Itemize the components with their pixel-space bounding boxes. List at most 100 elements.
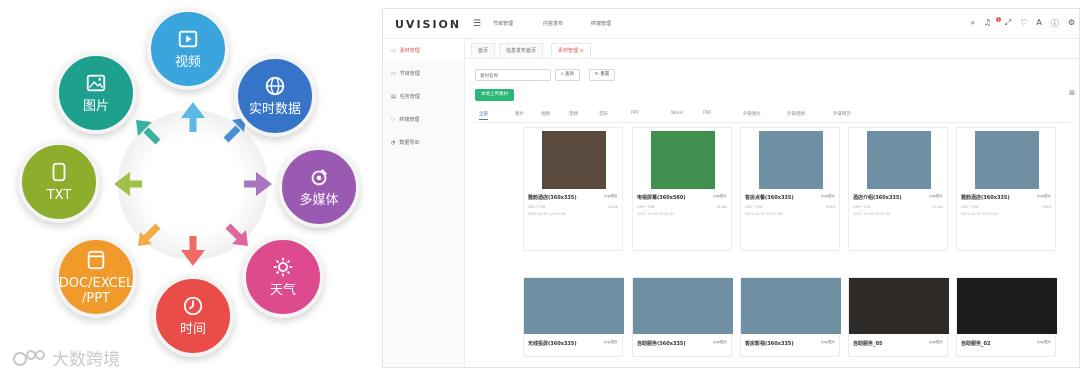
material-file-size: 101kb	[607, 205, 618, 209]
material-card[interactable]: 自助服务_05 jpg/图片	[848, 277, 949, 357]
sidebar-item-tasks[interactable]: ▤ 任务管理	[383, 85, 464, 108]
info-icon[interactable]: ⓘ	[1051, 18, 1059, 29]
material-type: jpg/图片	[929, 340, 943, 344]
category-tab[interactable]: 外链图片	[743, 111, 761, 117]
topnav-item-terminal[interactable]: 终端管理	[591, 20, 611, 27]
material-title: 酒店介绍(360x335)	[853, 195, 902, 201]
app-logo: UVISION	[395, 18, 462, 31]
category-tab[interactable]: PPT	[631, 111, 639, 116]
tab-materials-label: 素材管理	[558, 48, 579, 54]
search-button-label: 查询	[564, 72, 574, 77]
material-thumbnail	[651, 131, 715, 189]
material-dimensions: 256 * 236	[745, 205, 763, 209]
realtime-data-petal: 实时数据	[234, 55, 316, 137]
watermark-logo-icon	[13, 349, 45, 366]
material-card[interactable]: 客房点餐(360x335) jpg/图片 256 * 236 89kb 2022-10-…	[740, 127, 840, 251]
material-title: 雅韵酒店(360x335)	[528, 195, 577, 201]
font-size-icon[interactable]: A	[1036, 18, 1041, 29]
material-date: 2022-10-07 10:23:10	[961, 212, 999, 216]
folder-icon: ▭	[391, 47, 396, 54]
material-card[interactable]: 客房影视(360x335) jpg/图片	[740, 277, 841, 357]
material-thumbnail	[849, 278, 949, 334]
text-file-icon	[52, 162, 66, 182]
category-tabs: 全部 图片 视频 音频 音乐 PPT Word PDF 外链图片 外链视频 外链网页	[475, 109, 1071, 123]
material-search-input[interactable]	[475, 69, 551, 81]
tab-home[interactable]: 首页	[471, 43, 496, 57]
material-title: 自助服务_02	[961, 341, 991, 347]
material-card[interactable]: 无线投屏(360x335) jpg/图片	[523, 277, 624, 357]
time-label: 时间	[179, 322, 206, 337]
sidebar-item-terminals[interactable]: ◌ 终端管理	[383, 108, 464, 131]
material-card[interactable]: 自助服务(360x335) jpg/图片	[632, 277, 733, 357]
material-type: jpg/图片	[821, 340, 835, 344]
sidebar-item-materials[interactable]: ▭ 素材管理	[383, 39, 464, 62]
material-title: 客房影视(360x335)	[745, 341, 794, 347]
sidebar-item-programs[interactable]: ▭ 节目管理	[383, 62, 464, 85]
export-icon: ◔	[391, 139, 396, 146]
material-dimensions: 256 * 236	[961, 205, 979, 209]
favorite-icon[interactable]: ♡	[1020, 18, 1027, 29]
reset-button[interactable]: ↻ 重置	[589, 69, 616, 81]
image-petal: 图片	[55, 52, 137, 134]
material-thumbnail	[542, 131, 606, 189]
grid-view-icon[interactable]: ⊞	[1069, 89, 1075, 97]
terminal-icon: ◌	[391, 116, 396, 123]
material-title: 电视屏幕(360x560)	[637, 195, 686, 201]
category-tab[interactable]: 音频	[569, 111, 578, 117]
material-title: 客房点餐(360x335)	[745, 195, 794, 201]
material-card[interactable]: 雅韵酒店(360x335) jpg/图片 256 * 236 101kb 2022-10…	[523, 127, 623, 251]
material-file-size: 143kb	[716, 205, 727, 209]
weather-petal: 天气	[242, 236, 324, 318]
media-types-diagram: 视频 实时数据 多媒体 天气 时间 DOC/EXCEL /PPT TXT 图片	[0, 0, 370, 380]
category-tab[interactable]: PDF	[703, 111, 712, 116]
video-icon	[178, 30, 198, 48]
top-bar: UVISION ☰ 节目管理 内容发布 终端管理 ⌕ ♫ 1 ⤢ ♡ A ⓘ ⚙	[383, 9, 1079, 39]
sidebar-item-label: 素材管理	[399, 48, 420, 54]
material-type: jpg/图片	[713, 340, 727, 344]
image-icon	[86, 74, 106, 92]
tab-publish-home[interactable]: 信息发布首页	[499, 43, 544, 57]
material-type: jpg/图片	[1037, 194, 1051, 198]
material-type: jpg/图片	[713, 194, 727, 198]
globe-icon	[265, 76, 285, 96]
material-thumbnail	[524, 278, 624, 334]
material-thumbnail	[975, 131, 1039, 189]
multimedia-label: 多媒体	[299, 193, 339, 208]
watermark-text: 大数跨境	[52, 350, 120, 370]
material-dimensions: 256 * 236	[853, 205, 871, 209]
material-date: 2022-10-07 10:22:35	[853, 212, 891, 216]
category-tab[interactable]: 音乐	[599, 111, 608, 117]
txt-petal: TXT	[18, 141, 100, 223]
category-tab[interactable]: Word	[671, 111, 683, 116]
page-tabs: 首页 信息发布首页 素材管理 ×	[465, 39, 1079, 59]
category-tab[interactable]: 全部	[479, 111, 488, 120]
material-dimensions: 256 * 236	[528, 205, 546, 209]
multimedia-icon	[311, 169, 327, 186]
close-icon[interactable]: ×	[580, 48, 584, 54]
settings-icon[interactable]: ⚙	[1068, 18, 1075, 29]
material-thumbnail	[741, 278, 841, 334]
task-icon: ▤	[391, 93, 396, 100]
material-card[interactable]: 酒店介绍(360x335) jpg/图片 256 * 236 112kb 2022-10…	[848, 127, 948, 251]
material-card[interactable]: 雅韵酒店(360x335) jpg/图片 256 * 236 95kb 2022-10-…	[956, 127, 1056, 251]
category-tab[interactable]: 外链视频	[787, 111, 805, 117]
material-card[interactable]: 自助服务_02 jpg/图片	[956, 277, 1057, 357]
topnav-item-program[interactable]: 节目管理	[493, 20, 513, 27]
material-type: jpg/图片	[821, 194, 835, 198]
category-tab[interactable]: 外链网页	[833, 111, 851, 117]
watermark: 大数跨境	[12, 345, 120, 370]
fullscreen-icon[interactable]: ⤢	[1005, 18, 1011, 29]
image-label: 图片	[82, 99, 109, 114]
category-tab[interactable]: 图片	[515, 111, 524, 117]
category-tab[interactable]: 视频	[541, 111, 550, 117]
menu-toggle-icon[interactable]: ☰	[473, 19, 481, 29]
search-icon[interactable]: ⌕	[971, 18, 975, 29]
topnav-item-publish[interactable]: 内容发布	[543, 20, 563, 27]
material-file-size: 95kb	[1042, 205, 1051, 209]
upload-material-button[interactable]: 本地上传素材	[475, 89, 514, 101]
material-card[interactable]: 电视屏幕(360x560) jpg/图片 256 * 398 143kb 2022-10…	[632, 127, 732, 251]
search-button[interactable]: ⌕ 查询	[555, 69, 580, 81]
sidebar-item-export[interactable]: ◔ 数据导出	[383, 131, 464, 154]
tab-materials[interactable]: 素材管理 ×	[551, 43, 591, 57]
bell-icon[interactable]: ♫ 1	[984, 17, 1001, 29]
